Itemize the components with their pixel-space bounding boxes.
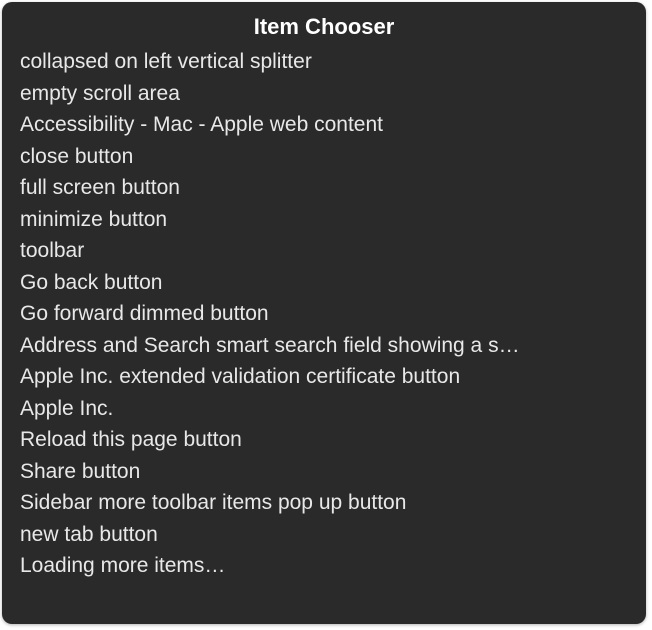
list-item[interactable]: new tab button (20, 519, 632, 551)
list-item[interactable]: Go back button (20, 267, 632, 299)
item-list[interactable]: collapsed on left vertical splitterempty… (2, 46, 646, 624)
list-item[interactable]: Share button (20, 456, 632, 488)
list-item[interactable]: toolbar (20, 235, 632, 267)
list-item[interactable]: Accessibility - Mac - Apple web content (20, 109, 632, 141)
list-item[interactable]: Apple Inc. (20, 393, 632, 425)
item-chooser-panel: Item Chooser collapsed on left vertical … (2, 2, 646, 624)
list-item[interactable]: Apple Inc. extended validation certifica… (20, 361, 632, 393)
list-item[interactable]: Sidebar more toolbar items pop up button (20, 487, 632, 519)
list-item[interactable]: Address and Search smart search field sh… (20, 330, 632, 362)
list-item[interactable]: collapsed on left vertical splitter (20, 46, 632, 78)
panel-title: Item Chooser (2, 2, 646, 46)
list-item[interactable]: Go forward dimmed button (20, 298, 632, 330)
list-item[interactable]: Reload this page button (20, 424, 632, 456)
list-item[interactable]: close button (20, 141, 632, 173)
list-item[interactable]: full screen button (20, 172, 632, 204)
list-item[interactable]: empty scroll area (20, 78, 632, 110)
list-item[interactable]: Loading more items… (20, 550, 632, 582)
list-item[interactable]: minimize button (20, 204, 632, 236)
